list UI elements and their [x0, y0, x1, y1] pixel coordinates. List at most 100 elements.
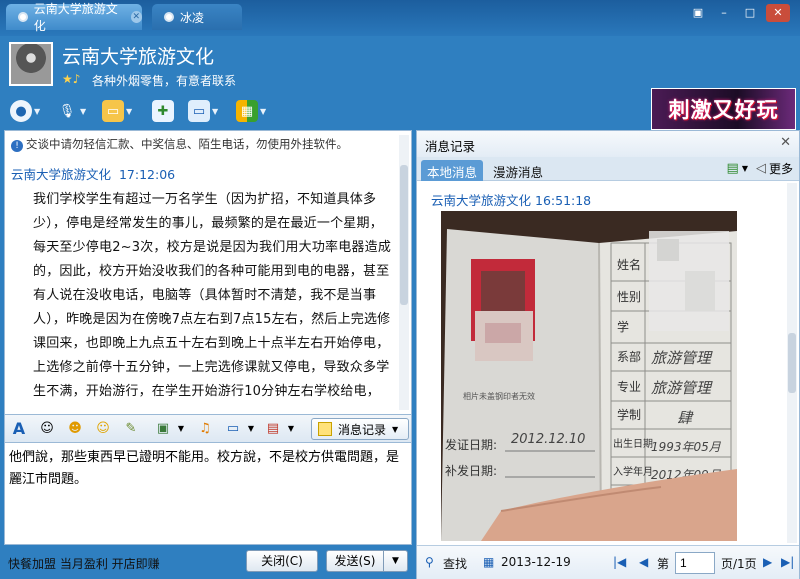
- message-history-button[interactable]: 消息记录 ▼: [311, 418, 409, 440]
- remote-desktop-button[interactable]: ▭ ▼: [188, 98, 218, 124]
- page-number-input[interactable]: [675, 552, 715, 574]
- message-sender: 云南大学旅游文化: [11, 167, 112, 182]
- message-text: 我们学校学生有超过一万名学生（因为扩招，不知道具体多少），停电是经常发生的事儿，…: [33, 192, 392, 399]
- apps-button[interactable]: ▦ ▼: [236, 98, 266, 124]
- history-bottom-bar: ⚲ 查找 ▦ 2013-12-19 |◀ ◀ 第 页/1页 ▶ ▶|: [417, 545, 799, 579]
- avatar[interactable]: [9, 42, 53, 86]
- close-icon[interactable]: ✕: [766, 4, 790, 22]
- last-page-icon[interactable]: ▶|: [781, 555, 794, 569]
- message-input[interactable]: 他們說，那些東西早已證明不能用。校方說，不是校方供電問題，是麗江市問題。: [4, 443, 412, 545]
- close-icon[interactable]: ✕: [780, 135, 791, 150]
- add-chat-icon: ✚: [152, 100, 174, 122]
- chevron-down-icon: ▼: [392, 424, 399, 434]
- chevron-down-icon[interactable]: ▼: [742, 164, 748, 173]
- chevron-down-icon[interactable]: ▼: [241, 419, 261, 439]
- music-icon[interactable]: ♫: [195, 419, 215, 439]
- search-button[interactable]: 查找: [443, 555, 467, 572]
- history-scrollbar[interactable]: [787, 183, 797, 543]
- online-status-icon: [164, 12, 174, 22]
- id-field-school: 学: [617, 319, 629, 334]
- image-icon[interactable]: ▣: [153, 419, 173, 439]
- id-value-duration: 肆: [677, 409, 694, 427]
- security-notice: ! 交谈中请勿轻信汇款、中奖信息、陌生电话，勿使用外挂软件。: [11, 136, 348, 152]
- history-date[interactable]: 2013-12-19: [501, 555, 571, 569]
- contact-signature: 各种外烟零售，有意者联系: [92, 74, 237, 88]
- security-notice-text: 交谈中请勿轻信汇款、中奖信息、陌生电话，勿使用外挂软件。: [26, 137, 348, 151]
- id-field-name: 姓名: [617, 257, 641, 272]
- tab-bar: 云南大学旅游文化 ✕ 冰凌 ▣ – □ ✕: [0, 0, 800, 36]
- history-tools: ▤ ▼ ◁ 更多: [727, 160, 793, 177]
- history-title: 消息记录: [417, 131, 799, 157]
- bottom-bar: 快餐加盟 当月盈利 开店即赚 关闭(C) 发送(S) ▼: [0, 545, 414, 579]
- emoji-icon[interactable]: ☺: [37, 419, 57, 439]
- edit-icon[interactable]: ✎: [121, 419, 141, 439]
- tab-label: 云南大学旅游文化: [33, 2, 118, 33]
- chevron-down-icon[interactable]: ▼: [281, 419, 301, 439]
- send-button[interactable]: 发送(S): [326, 550, 384, 572]
- id-field-duration: 学制: [617, 407, 641, 422]
- photo-attachment[interactable]: 姓名 性别 学 系部 专业 学制 出生日期 入学年月 民族 旅游管理 旅游管理 …: [441, 211, 737, 541]
- minimize-icon[interactable]: –: [712, 4, 736, 22]
- tab-bingling[interactable]: 冰凌: [152, 4, 242, 30]
- chevron-down-icon[interactable]: ▼: [171, 419, 191, 439]
- id-value-major: 旅游管理: [651, 379, 713, 397]
- folder-icon: ▭: [102, 100, 124, 122]
- export-icon[interactable]: ▤: [727, 161, 739, 176]
- history-time: 16:51:18: [535, 193, 592, 208]
- message-history-label: 消息记录: [338, 422, 387, 437]
- group-chat-button[interactable]: ✚: [152, 98, 174, 124]
- chat-message-area[interactable]: ! 交谈中请勿轻信汇款、中奖信息、陌生电话，勿使用外挂软件。 云南大学旅游文化 1…: [4, 130, 412, 415]
- tab-close-icon[interactable]: ✕: [130, 11, 142, 23]
- camera-icon: ●: [10, 100, 32, 122]
- search-icon[interactable]: ⚲: [425, 555, 434, 569]
- maximize-icon[interactable]: □: [738, 4, 762, 22]
- photo-caption: 相片未盖钢印者无效: [463, 391, 535, 401]
- contact-name[interactable]: 云南大学旅游文化: [62, 42, 214, 69]
- id-field-gender: 性别: [617, 290, 641, 304]
- tab-roaming-messages[interactable]: 漫游消息: [487, 160, 549, 181]
- scrollbar-thumb[interactable]: [788, 333, 796, 393]
- tab-local-messages[interactable]: 本地消息: [421, 160, 484, 181]
- microphone-icon: 🎙: [58, 103, 76, 119]
- tab-yunnan-tourism[interactable]: 云南大学旅游文化 ✕: [6, 2, 142, 33]
- message-time: 17:12:06: [118, 167, 176, 182]
- id-field-enroll: 入学年月: [613, 465, 653, 478]
- screenshot-icon[interactable]: ▭: [223, 419, 243, 439]
- id-field-department: 系部: [617, 349, 641, 364]
- history-sender: 云南大学旅游文化: [431, 193, 532, 208]
- voice-call-button[interactable]: 🎙 ▼: [56, 98, 86, 124]
- history-message-header: 云南大学旅游文化 16:51:18: [431, 190, 591, 209]
- first-page-icon[interactable]: |◀: [613, 555, 626, 569]
- id-field-birth: 出生日期: [613, 437, 653, 450]
- issue-date-value: 2012.12.10: [511, 432, 585, 447]
- chat-header: 云南大学旅游文化 ★♪ 各种外烟零售，有意者联系: [0, 36, 800, 92]
- star-icon: ★♪: [62, 72, 81, 86]
- student-id-photo: 姓名 性别 学 系部 专业 学制 出生日期 入学年月 民族 旅游管理 旅游管理 …: [441, 211, 737, 541]
- reissue-date-label: 补发日期:: [445, 463, 497, 478]
- gift-icon[interactable]: ▤: [263, 419, 283, 439]
- message-input-text[interactable]: 他們說，那些東西早已證明不能用。校方說，不是校方供電問題，是麗江市問題。: [9, 447, 399, 491]
- next-page-icon[interactable]: ▶: [763, 555, 772, 569]
- more-button[interactable]: 更多: [769, 160, 793, 177]
- speaker-icon[interactable]: ◁: [756, 161, 766, 176]
- file-transfer-button[interactable]: ▭ ▼: [102, 98, 132, 124]
- close-button[interactable]: 关闭(C): [246, 550, 318, 572]
- chat-scrollbar[interactable]: [399, 135, 409, 410]
- page-prefix: 第: [657, 557, 670, 571]
- video-call-button[interactable]: ● ▼: [10, 98, 40, 124]
- ad-banner-text: 刺激又好玩: [668, 98, 779, 122]
- magic-emoji-icon[interactable]: ☻: [65, 419, 85, 439]
- restore-icon[interactable]: ▣: [686, 4, 710, 22]
- history-icon: [318, 422, 332, 436]
- ad-banner[interactable]: 刺激又好玩: [651, 88, 796, 130]
- ad-link[interactable]: 快餐加盟 当月盈利 开店即赚: [8, 555, 160, 572]
- calendar-icon[interactable]: ▦: [483, 555, 494, 569]
- send-options-button[interactable]: ▼: [384, 550, 408, 572]
- id-field-major: 专业: [617, 379, 641, 394]
- scrollbar-thumb[interactable]: [400, 165, 408, 305]
- font-icon[interactable]: A: [9, 419, 29, 439]
- prev-page-icon[interactable]: ◀: [639, 555, 648, 569]
- id-value-department: 旅游管理: [651, 349, 713, 367]
- wink-emoji-icon[interactable]: ☺: [93, 419, 113, 439]
- message-header: 云南大学旅游文化 17:12:06: [11, 164, 175, 183]
